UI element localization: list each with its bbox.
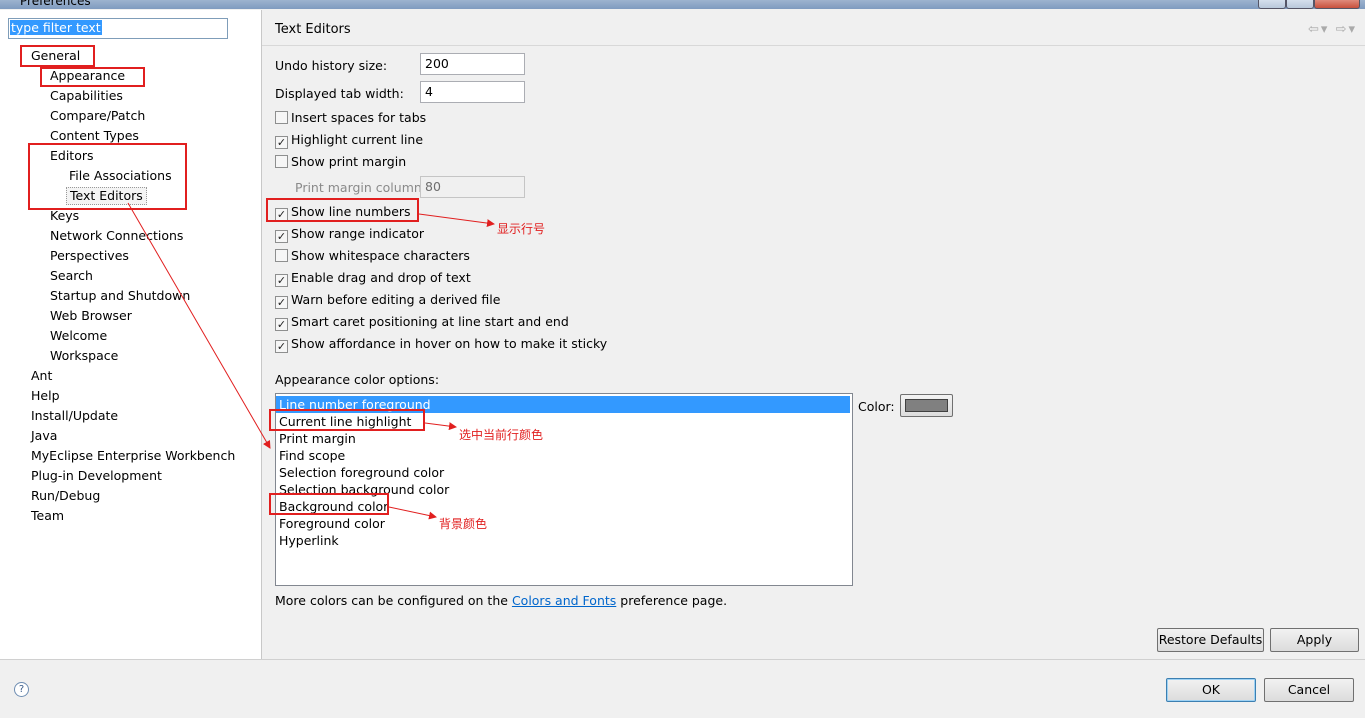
annotation-box-line-numbers bbox=[266, 198, 419, 222]
tab-width-input[interactable]: 4 bbox=[420, 81, 525, 103]
range-indicator-checkbox[interactable]: ✓ Show range indicator bbox=[275, 225, 424, 243]
tree-item-plugin-development[interactable]: Plug-in Development bbox=[31, 467, 162, 485]
tree-item-install-update[interactable]: Install/Update bbox=[31, 407, 118, 425]
more-colors-prefix: More colors can be configured on the bbox=[275, 593, 508, 608]
minimize-button[interactable] bbox=[1258, 0, 1286, 9]
tree-item-java[interactable]: Java bbox=[31, 427, 57, 445]
list-item[interactable]: Print margin bbox=[279, 430, 356, 447]
checkmark-icon: ✓ bbox=[275, 340, 288, 353]
tab-width-label: Displayed tab width: bbox=[275, 86, 404, 101]
checkmark-icon: ✓ bbox=[275, 136, 288, 149]
undo-history-input[interactable]: 200 bbox=[420, 53, 525, 75]
forward-arrow-icon[interactable]: ⇨ bbox=[1336, 22, 1349, 37]
annotation-note-line-numbers: 显示行号 bbox=[497, 222, 546, 236]
checkmark-icon: ✓ bbox=[275, 230, 288, 243]
help-icon[interactable]: ? bbox=[14, 682, 29, 697]
more-colors-suffix: preference page. bbox=[620, 593, 728, 608]
checkbox-label: Enable drag and drop of text bbox=[291, 270, 471, 285]
apply-button[interactable]: Apply bbox=[1270, 628, 1359, 652]
close-button[interactable] bbox=[1314, 0, 1360, 9]
checkmark-icon: ✓ bbox=[275, 318, 288, 331]
checkmark-icon: ✓ bbox=[275, 296, 288, 309]
page-navigation: ⇦▾ ⇨▾ bbox=[1308, 22, 1357, 37]
insert-spaces-checkbox[interactable]: Insert spaces for tabs bbox=[275, 109, 426, 127]
checkbox-label: Show whitespace characters bbox=[291, 248, 470, 263]
annotation-box-background bbox=[269, 493, 389, 515]
annotation-note-current-line: 选中当前行颜色 bbox=[459, 428, 544, 442]
tree-item-web-browser[interactable]: Web Browser bbox=[50, 307, 132, 325]
restore-defaults-button[interactable]: Restore Defaults bbox=[1157, 628, 1264, 652]
checkbox-label: Insert spaces for tabs bbox=[291, 110, 427, 125]
checkbox-label: Smart caret positioning at line start an… bbox=[291, 314, 569, 329]
tree-item-network-connections[interactable]: Network Connections bbox=[50, 227, 183, 245]
filter-input[interactable]: type filter text bbox=[8, 18, 228, 39]
highlight-line-checkbox[interactable]: ✓ Highlight current line bbox=[275, 131, 423, 149]
preferences-tree-pane: type filter text General Appearance Capa… bbox=[0, 10, 262, 659]
annotation-note-background: 背景颜色 bbox=[439, 517, 488, 531]
page-title: Text Editors bbox=[275, 22, 351, 37]
tree-item-workspace[interactable]: Workspace bbox=[50, 347, 118, 365]
undo-history-label: Undo history size: bbox=[275, 58, 388, 73]
annotation-box-editors bbox=[28, 143, 187, 210]
warn-derived-checkbox[interactable]: ✓ Warn before editing a derived file bbox=[275, 291, 500, 309]
maximize-button[interactable] bbox=[1286, 0, 1314, 9]
window-title-bar: Preferences bbox=[0, 0, 1365, 9]
back-arrow-icon[interactable]: ⇦ bbox=[1308, 22, 1321, 37]
list-item[interactable]: Hyperlink bbox=[279, 532, 339, 549]
whitespace-checkbox[interactable]: Show whitespace characters bbox=[275, 247, 470, 265]
drag-drop-checkbox[interactable]: ✓ Enable drag and drop of text bbox=[275, 269, 471, 287]
annotation-box-current-line bbox=[269, 409, 425, 431]
checkbox-icon bbox=[275, 249, 288, 262]
color-swatch bbox=[905, 399, 948, 412]
dialog-button-bar: ? OK Cancel bbox=[0, 659, 1365, 718]
ok-button[interactable]: OK bbox=[1166, 678, 1256, 702]
tree-item-welcome[interactable]: Welcome bbox=[50, 327, 107, 345]
smart-caret-checkbox[interactable]: ✓ Smart caret positioning at line start a… bbox=[275, 313, 569, 331]
affordance-checkbox[interactable]: ✓ Show affordance in hover on how to make… bbox=[275, 335, 607, 353]
print-margin-column-input: 80 bbox=[420, 176, 525, 198]
header-separator bbox=[262, 45, 1365, 46]
colors-and-fonts-link[interactable]: Colors and Fonts bbox=[512, 593, 616, 608]
checkbox-icon bbox=[275, 155, 288, 168]
print-margin-checkbox[interactable]: Show print margin bbox=[275, 153, 406, 171]
list-item[interactable]: Foreground color bbox=[279, 515, 385, 532]
checkbox-label: Show affordance in hover on how to make … bbox=[291, 336, 608, 351]
tree-item-compare-patch[interactable]: Compare/Patch bbox=[50, 107, 145, 125]
tree-item-help[interactable]: Help bbox=[31, 387, 60, 405]
color-picker-button[interactable] bbox=[900, 394, 953, 417]
dropdown-icon[interactable]: ▾ bbox=[1321, 22, 1330, 37]
tree-item-search[interactable]: Search bbox=[50, 267, 93, 285]
list-item[interactable]: Find scope bbox=[279, 447, 345, 464]
tree-item-capabilities[interactable]: Capabilities bbox=[50, 87, 123, 105]
appearance-color-options-label: Appearance color options: bbox=[275, 372, 440, 387]
window-title: Preferences bbox=[20, 0, 91, 8]
preference-page: Text Editors ⇦▾ ⇨▾ Undo history size: 20… bbox=[262, 10, 1365, 659]
annotation-box-appearance bbox=[40, 67, 145, 87]
filter-input-text: type filter text bbox=[10, 20, 102, 35]
tree-item-myeclipse[interactable]: MyEclipse Enterprise Workbench bbox=[31, 447, 235, 465]
checkmark-icon: ✓ bbox=[275, 274, 288, 287]
tree-item-startup-shutdown[interactable]: Startup and Shutdown bbox=[50, 287, 190, 305]
color-label: Color: bbox=[858, 399, 895, 414]
print-margin-column-label: Print margin column: bbox=[295, 180, 427, 195]
tree-item-ant[interactable]: Ant bbox=[31, 367, 52, 385]
checkbox-label: Highlight current line bbox=[291, 132, 424, 147]
annotation-box-general bbox=[20, 45, 95, 67]
tree-item-perspectives[interactable]: Perspectives bbox=[50, 247, 129, 265]
checkbox-label: Show range indicator bbox=[291, 226, 425, 241]
checkbox-label: Show print margin bbox=[291, 154, 407, 169]
checkbox-icon bbox=[275, 111, 288, 124]
cancel-button[interactable]: Cancel bbox=[1264, 678, 1354, 702]
dropdown-icon[interactable]: ▾ bbox=[1348, 22, 1357, 37]
tree-item-run-debug[interactable]: Run/Debug bbox=[31, 487, 100, 505]
checkbox-label: Warn before editing a derived file bbox=[291, 292, 501, 307]
tree-item-team[interactable]: Team bbox=[31, 507, 64, 525]
list-item[interactable]: Selection foreground color bbox=[279, 464, 444, 481]
more-colors-text: More colors can be configured on the Col… bbox=[275, 593, 727, 608]
